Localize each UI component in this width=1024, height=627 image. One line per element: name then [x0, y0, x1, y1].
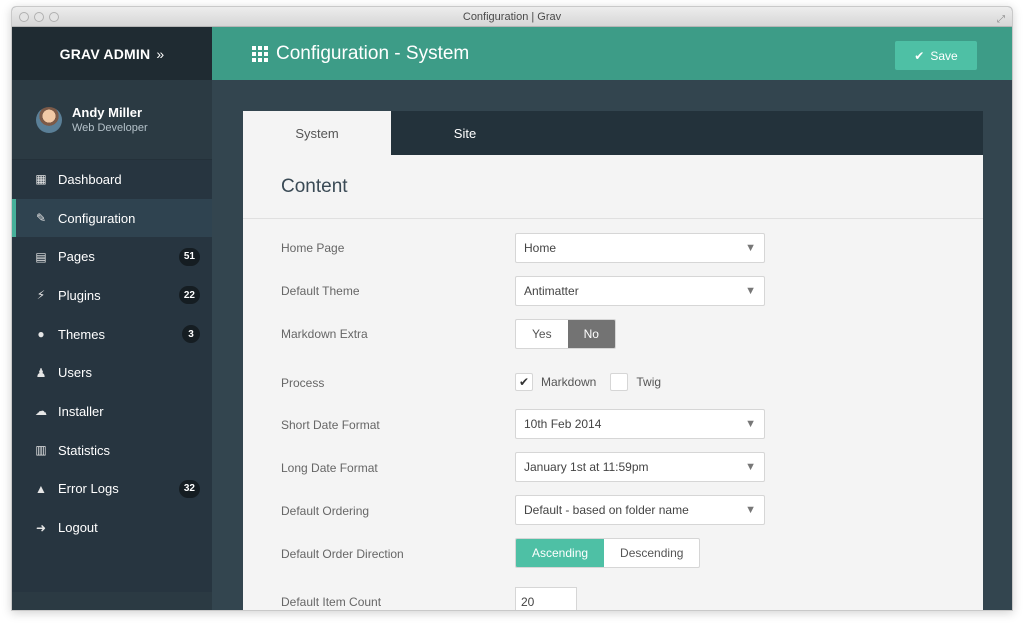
default-theme-select[interactable]: Antimatter ▼ — [515, 276, 765, 306]
main-content: System Site Content Home Page Home ▼ Def… — [212, 80, 1012, 610]
item-count-input[interactable]: 20 — [515, 587, 577, 610]
markdown-extra-toggle: Yes No — [515, 319, 616, 349]
config-card: System Site Content Home Page Home ▼ Def… — [243, 111, 983, 610]
long-date-label: Long Date Format — [281, 461, 378, 475]
short-date-value: 10th Feb 2014 — [524, 417, 602, 431]
order-direction-descending[interactable]: Descending — [604, 539, 699, 567]
chevron-down-icon: ▼ — [745, 418, 756, 430]
order-direction-label: Default Order Direction — [281, 547, 404, 561]
sidebar-item-configuration[interactable]: ✎ Configuration — [12, 198, 212, 238]
close-window-button[interactable] — [19, 12, 29, 22]
config-tabs: System Site — [243, 111, 983, 155]
twig-checkbox-label: Twig — [636, 375, 662, 389]
tab-system[interactable]: System — [243, 111, 391, 155]
sidebar-item-label: Logout — [58, 520, 98, 536]
markdown-extra-label: Markdown Extra — [281, 327, 368, 341]
sidebar-item-label: Plugins — [58, 287, 101, 303]
user-role: Web Developer — [72, 122, 148, 134]
process-options: ✔ Markdown Twig — [515, 373, 667, 391]
minimize-window-button[interactable] — [34, 12, 44, 22]
sidebar-item-label: Configuration — [58, 210, 136, 226]
chevron-down-icon: ▼ — [745, 242, 756, 254]
home-page-value: Home — [524, 241, 557, 255]
wrench-icon: ✎ — [35, 211, 47, 226]
tab-site[interactable]: Site — [391, 111, 539, 155]
sidebar-item-installer[interactable]: ☁ Installer — [12, 392, 212, 431]
plug-icon: ⚡ — [36, 288, 46, 303]
twig-checkbox[interactable] — [610, 373, 629, 391]
bar-chart-icon: ▥ — [35, 443, 47, 458]
save-button-label: Save — [930, 48, 958, 63]
section-title: Content — [243, 155, 983, 219]
chevron-down-icon: ▼ — [745, 461, 756, 473]
sidebar-item-logout[interactable]: ➜ Logout — [12, 508, 212, 547]
sidebar-item-label: Installer — [58, 403, 104, 419]
cloud-download-icon: ☁ — [35, 404, 47, 419]
zoom-window-button[interactable] — [49, 12, 59, 22]
short-date-label: Short Date Format — [281, 418, 380, 432]
app-window: Configuration | Grav ⤢ GRAV ADMIN » Andy… — [11, 6, 1013, 611]
themes-count-badge: 3 — [182, 325, 200, 344]
brand[interactable]: GRAV ADMIN » — [12, 27, 212, 80]
order-direction-toggle: Ascending Descending — [515, 538, 701, 568]
chevron-down-icon: ▼ — [745, 504, 756, 516]
default-ordering-label: Default Ordering — [281, 504, 370, 518]
order-direction-ascending[interactable]: Ascending — [516, 539, 605, 567]
grid-icon — [252, 45, 268, 62]
sidebar-item-label: Users — [58, 365, 92, 381]
default-theme-value: Antimatter — [524, 284, 579, 298]
page-header: Configuration - System ✔ Save — [212, 27, 1012, 80]
error-logs-count-badge: 32 — [178, 479, 200, 498]
sidebar-item-error-logs[interactable]: ▲ Error Logs 32 — [12, 470, 212, 509]
sidebar-item-label: Dashboard — [58, 171, 122, 187]
warning-icon: ▲ — [35, 481, 47, 496]
long-date-select[interactable]: January 1st at 11:59pm ▼ — [515, 452, 765, 482]
window-title: Configuration | Grav — [462, 11, 562, 23]
long-date-value: January 1st at 11:59pm — [524, 460, 649, 474]
home-page-label: Home Page — [281, 241, 345, 255]
sidebar-item-themes[interactable]: ● Themes 3 — [12, 315, 212, 354]
tint-icon: ● — [37, 327, 45, 342]
check-icon: ✔ — [914, 48, 925, 63]
markdown-checkbox[interactable]: ✔ — [515, 373, 533, 391]
file-icon: ▤ — [35, 249, 47, 264]
user-name: Andy Miller — [72, 105, 143, 120]
plugins-count-badge: 22 — [178, 286, 200, 305]
markdown-extra-no[interactable]: No — [567, 320, 615, 348]
window-controls — [19, 12, 59, 22]
dashboard-grid-icon: ▦ — [35, 172, 47, 187]
chevron-down-icon: ▼ — [745, 285, 756, 297]
pages-count-badge: 51 — [178, 247, 200, 266]
markdown-extra-yes[interactable]: Yes — [516, 320, 568, 348]
sidebar-item-dashboard[interactable]: ▦ Dashboard — [12, 160, 212, 199]
page-title: Configuration - System — [252, 27, 469, 80]
sidebar-item-label: Error Logs — [58, 481, 119, 497]
sign-out-icon: ➜ — [35, 520, 47, 535]
save-button[interactable]: ✔ Save — [895, 41, 977, 70]
sidebar-item-pages[interactable]: ▤ Pages 51 — [12, 237, 212, 276]
sidebar-item-plugins[interactable]: ⚡ Plugins 22 — [12, 276, 212, 315]
sidebar-item-statistics[interactable]: ▥ Statistics — [12, 431, 212, 470]
markdown-checkbox-label: Markdown — [541, 375, 597, 389]
user-icon: ♟ — [35, 365, 47, 380]
item-count-label: Default Item Count — [281, 595, 382, 609]
sidebar-item-label: Themes — [58, 326, 105, 342]
default-theme-label: Default Theme — [281, 284, 360, 298]
user-profile[interactable]: Andy Miller Web Developer — [12, 80, 212, 160]
sidebar-item-label: Statistics — [58, 442, 111, 458]
default-ordering-select[interactable]: Default - based on folder name ▼ — [515, 495, 765, 525]
sidebar: GRAV ADMIN » Andy Miller Web Developer ▦… — [12, 27, 212, 610]
sidebar-nav: ▦ Dashboard ✎ Configuration ▤ Pages 51 ⚡… — [12, 160, 212, 592]
brand-name: GRAV ADMIN — [59, 45, 151, 62]
brand-chevron-icon: » — [156, 45, 165, 62]
short-date-select[interactable]: 10th Feb 2014 ▼ — [515, 409, 765, 439]
page-title-text: Configuration - System — [276, 42, 470, 64]
home-page-select[interactable]: Home ▼ — [515, 233, 765, 263]
avatar — [36, 106, 62, 133]
process-label: Process — [281, 376, 325, 390]
default-ordering-value: Default - based on folder name — [524, 503, 689, 517]
sidebar-item-users[interactable]: ♟ Users — [12, 353, 212, 392]
title-bar: Configuration | Grav ⤢ — [12, 7, 1012, 27]
sidebar-item-label: Pages — [58, 249, 95, 265]
